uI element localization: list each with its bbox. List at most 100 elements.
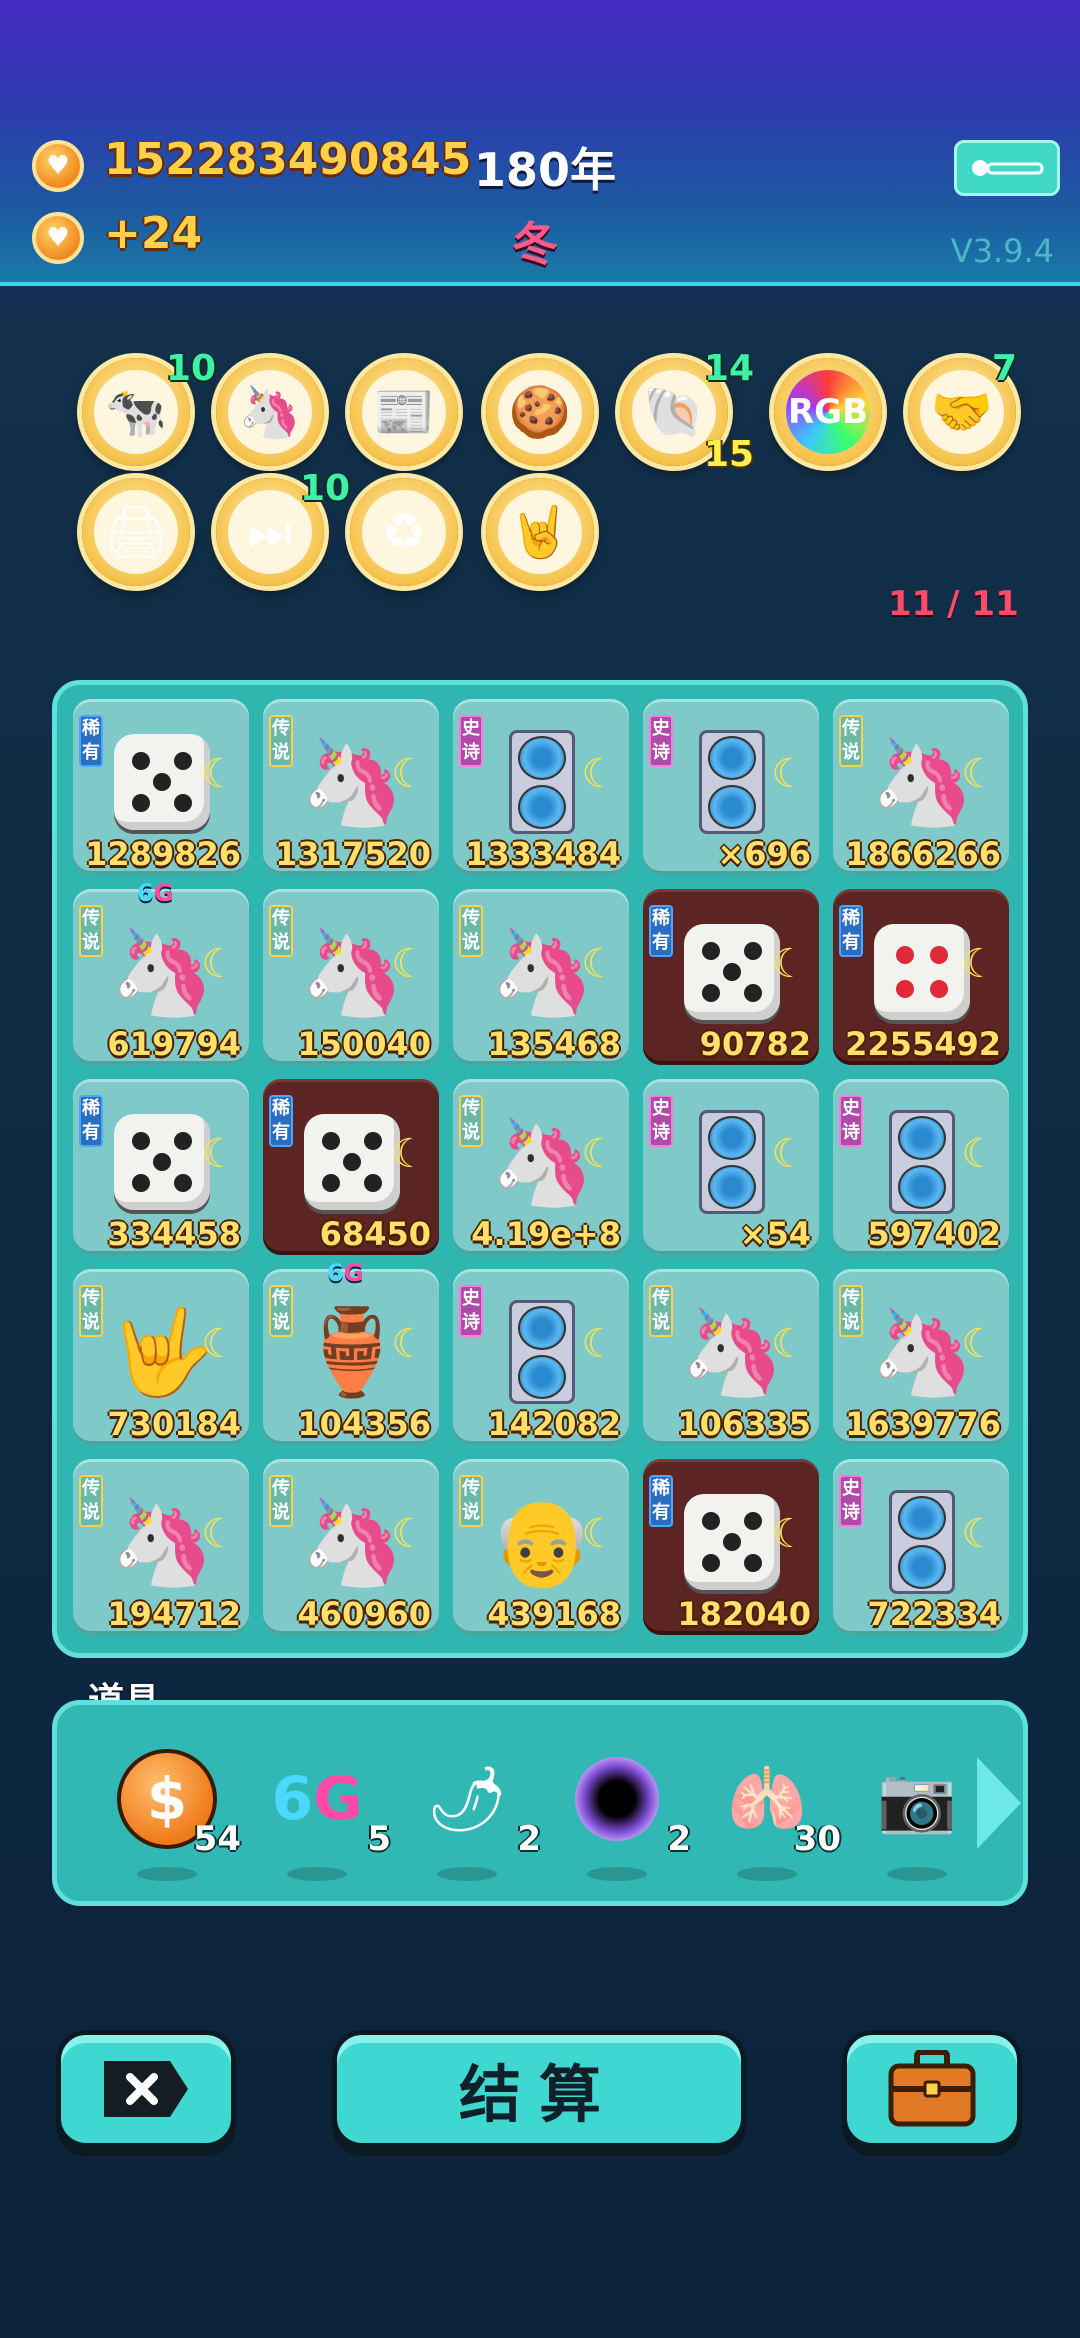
prop-quantity: 5 [367,1819,391,1859]
prop-item[interactable]: 6G5 [257,1749,391,1881]
board-cell[interactable]: 传说 🦄 ☾ 460960 [263,1459,439,1635]
unicorn-icon: 🦄 [299,923,405,1021]
recycle-icon: ♻ [362,490,446,574]
board-cell[interactable]: 传说 🦄 ☾ 194712 [73,1459,249,1635]
board-cell[interactable]: 传说 👴 ☾ 439168 [453,1459,629,1635]
prop-item[interactable]: 📷 [857,1749,977,1881]
season-label: 冬 [512,217,558,271]
rarity-tag-rare: 稀有 [79,1095,103,1147]
printer-icon: 🖨 [94,490,178,574]
cell-value: 2255492 [845,1025,1001,1063]
unicorn-icon: 🦄 [869,1303,975,1401]
cell-value: 68450 [319,1215,431,1253]
board-cell[interactable]: 传说 🏺 ☾ 6G 104356 [263,1259,439,1445]
board-cell[interactable]: 稀有 ☾ 1289826 [73,699,249,875]
relic-rgb[interactable]: RGB [774,358,882,466]
rgb-icon: RGB [786,370,870,454]
prop-quantity: 54 [193,1819,241,1859]
board-cell[interactable]: 传说 🦄 ☾ 106335 [643,1269,819,1445]
board-cell[interactable]: 史诗 ☾ ×696 [643,699,819,875]
camera-icon: 📷 [877,1762,957,1837]
board-cell[interactable]: 传说 🦄 ☾ 1866266 [833,699,1009,875]
board-cell[interactable]: 传说 🦄 ☾ 6G 619794 [73,879,249,1065]
relic-printer[interactable]: 🖨 [82,478,190,586]
relic-counter: 11 / 11 [888,584,1019,624]
rarity-tag-legend: 传说 [839,1285,863,1337]
moon-icon: ☾ [961,941,997,987]
board-cell[interactable]: 传说 🤟 ☾ 730184 [73,1269,249,1445]
board-cell[interactable]: 传说 🦄 ☾ 135468 [453,889,629,1065]
scroll-right-arrow-icon[interactable] [977,1757,1021,1849]
board-cell[interactable]: 史诗 ☾ 722334 [833,1459,1009,1635]
time-magazine-icon: 📰 [362,370,446,454]
graphics-card-icon [509,730,575,834]
rock-hand-icon: 🤘 [498,490,582,574]
rarity-tag-epic: 史诗 [839,1475,863,1527]
cell-value: 106335 [677,1405,811,1443]
relic-time-magazine[interactable]: 📰 [350,358,458,466]
cell-value: 334458 [107,1215,241,1253]
prop-item[interactable]: 🫁 30 [707,1749,841,1881]
props-panel: $54 6 G 5 🌶 2 2 🫁 30 📷 [52,1700,1028,1906]
board-cell[interactable]: 传说 🦄 ☾ 4.19e+8 [453,1079,629,1255]
unicorn-icon: 🦄 [228,370,312,454]
board-cell[interactable]: 稀有 ☾ 90782 [643,889,819,1065]
board-cell[interactable]: 史诗 ☾ ×54 [643,1079,819,1255]
relic-rock-hand[interactable]: 🤘 [486,478,594,586]
briefcase-icon [888,2050,976,2127]
moon-icon: ☾ [771,941,807,987]
prop-quantity: 30 [793,1819,841,1859]
inventory-button[interactable] [842,2030,1022,2148]
prop-shadow [887,1867,947,1881]
board-cell[interactable]: 传说 🦄 ☾ 1317520 [263,699,439,875]
prop-shadow [287,1867,347,1881]
moon-icon: ☾ [581,1131,617,1177]
moon-icon: ☾ [581,1321,617,1367]
prop-item[interactable]: 2 [557,1749,691,1881]
prop-item[interactable]: 🌶 2 [407,1749,541,1881]
unicorn-icon: 🦄 [109,1493,215,1591]
cell-value: 1317520 [275,835,431,873]
board-cell[interactable]: 史诗 ☾ 1333484 [453,699,629,875]
settle-button[interactable]: 结算 [332,2030,746,2148]
rarity-tag-epic: 史诗 [459,1285,483,1337]
relic-count-badge-secondary: 15 [704,434,755,475]
moon-icon: ☾ [391,1321,427,1367]
board-cell[interactable]: 史诗 ☾ 597402 [833,1079,1009,1255]
board-cell[interactable]: 稀有 ☾ 2255492 [833,889,1009,1065]
graphics-card-icon [889,1490,955,1594]
rarity-tag-legend: 传说 [269,905,293,957]
coin-icon: ♥ [32,140,84,192]
graphics-card-icon [699,1110,765,1214]
rarity-tag-legend: 传说 [79,1475,103,1527]
board-cell[interactable]: 稀有 ☾ 334458 [73,1079,249,1255]
cell-value: 1639776 [845,1405,1001,1443]
moon-icon: ☾ [771,751,807,797]
cell-value: 150040 [297,1025,431,1063]
red-dice-icon [874,924,970,1020]
key-button[interactable] [954,140,1060,196]
cell-value: 619794 [107,1025,241,1063]
board-cell[interactable]: 传说 🦄 ☾ 150040 [263,889,439,1065]
rarity-tag-rare: 稀有 [649,1475,673,1527]
board-cell[interactable]: 稀有 ☾ 68450 [263,1079,439,1255]
rarity-tag-epic: 史诗 [839,1095,863,1147]
rarity-tag-rare: 稀有 [649,905,673,957]
relic-recycle[interactable]: ♻ [350,478,458,586]
vase-icon: 🏺 [299,1303,405,1401]
g6-label: 6G [137,879,174,907]
rarity-tag-epic: 史诗 [649,715,673,767]
board-cell[interactable]: 史诗 ☾ 142082 [453,1269,629,1445]
cancel-button[interactable] [56,2030,236,2148]
board-cell[interactable]: 稀有 ☾ 182040 [643,1459,819,1635]
unicorn-icon: 🦄 [679,1303,785,1401]
cell-value: ×54 [739,1215,811,1253]
year-label: 180年 [474,143,617,197]
board-cell[interactable]: 传说 🦄 ☾ 1639776 [833,1269,1009,1445]
moon-icon: ☾ [391,1131,427,1177]
relic-mooncake[interactable]: 🍪 [486,358,594,466]
prop-quantity: 2 [517,1819,541,1859]
cell-value: 1289826 [85,835,241,873]
prop-item[interactable]: $54 [107,1749,241,1881]
relic-unicorn[interactable]: 🦄 [216,358,324,466]
